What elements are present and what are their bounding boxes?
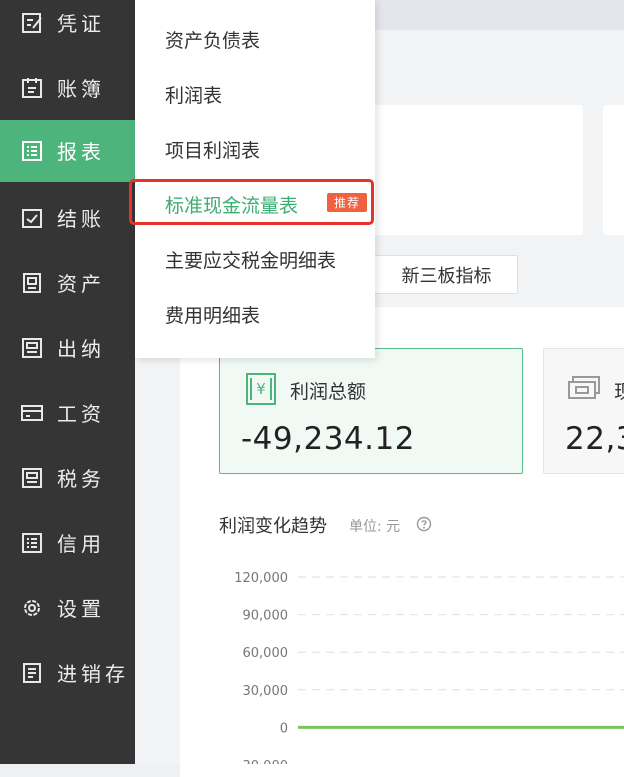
tab-xinsanban-indicators[interactable]: 新三板指标 [355, 255, 518, 294]
sidebar-item-label: 账簿 [57, 76, 105, 101]
highlight-box [129, 179, 374, 225]
sidebar-item-label: 资产 [57, 271, 105, 296]
sidebar-item-label: 税务 [57, 466, 105, 491]
asset-icon [23, 272, 41, 293]
sidebar-item-asset[interactable]: 资产 [0, 250, 135, 315]
menu-item-project-income[interactable]: 项目利润表 [165, 136, 260, 163]
sidebar-item-salary[interactable]: 工资 [0, 380, 135, 445]
sidebar-item-voucher[interactable]: 凭证 [0, 0, 135, 55]
cashier-icon [22, 337, 42, 358]
sidebar-item-tax[interactable]: 税务 [0, 445, 135, 510]
profit-trend-chart: 120,000 90,000 60,000 30,000 0 -30,000 [234, 571, 624, 764]
inventory-icon [23, 662, 41, 683]
menu-item-income-statement[interactable]: 利润表 [165, 81, 222, 108]
menu-item-expense-detail[interactable]: 费用明细表 [165, 301, 260, 328]
sidebar-item-cashier[interactable]: 出纳 [0, 315, 135, 380]
sidebar-item-label: 结账 [57, 206, 105, 231]
summary-card [362, 105, 583, 235]
y-tick-label: 90,000 [243, 609, 289, 624]
chart-unit: 单位: 元 [349, 519, 401, 535]
tax-icon [22, 467, 42, 488]
menu-item-tax-detail[interactable]: 主要应交税金明细表 [165, 246, 336, 273]
chart-title: 利润变化趋势 [219, 516, 327, 537]
cash-icon [568, 376, 600, 399]
y-tick-label: 0 [280, 721, 288, 736]
kpi-card-cash[interactable]: 现 22,3 [543, 348, 624, 474]
y-tick-label: 60,000 [243, 646, 289, 661]
sidebar-item-label: 凭证 [57, 11, 105, 36]
ledger-icon [22, 77, 42, 98]
kpi-value: -49,234.12 [241, 421, 415, 457]
sidebar-item-label: 设置 [57, 596, 105, 621]
sidebar-item-label: 进销存 [57, 661, 129, 686]
kpi-card-profit[interactable]: ¥ 利润总额 -49,234.12 [219, 348, 523, 474]
y-tick-label: -30,000 [238, 759, 288, 764]
kpi-title: 利润总额 [290, 381, 367, 403]
sidebar-item-inventory[interactable]: 进销存 [0, 640, 135, 705]
credit-icon [22, 532, 42, 553]
sidebar-item-report[interactable]: 报表 [0, 120, 135, 182]
summary-card [603, 105, 624, 235]
svg-text:¥: ¥ [256, 380, 266, 398]
sidebar-item-label: 工资 [57, 401, 105, 426]
sidebar-item-credit[interactable]: 信用 [0, 510, 135, 575]
question-circle-icon[interactable] [416, 516, 432, 532]
yen-icon: ¥ [246, 373, 276, 405]
salary-icon [21, 404, 43, 421]
gear-icon [24, 599, 40, 616]
sidebar-item-label: 信用 [57, 531, 105, 556]
voucher-icon [22, 12, 42, 33]
sidebar-item-label: 出纳 [57, 336, 105, 361]
kpi-value: 22,3 [565, 421, 624, 457]
sidebar: 凭证 账簿 报表 结账 资产 出纳 工资 税务 信用 设置 进销存 [0, 0, 135, 764]
y-tick-label: 120,000 [234, 571, 288, 586]
closing-icon [22, 208, 42, 228]
report-icon [22, 141, 42, 161]
sidebar-item-settings[interactable]: 设置 [0, 575, 135, 640]
kpi-title: 现 [614, 381, 624, 403]
sidebar-item-ledger[interactable]: 账簿 [0, 55, 135, 120]
sidebar-item-label: 报表 [57, 139, 105, 164]
y-tick-label: 30,000 [243, 684, 289, 699]
sidebar-item-closing[interactable]: 结账 [0, 185, 135, 250]
menu-item-balance-sheet[interactable]: 资产负债表 [165, 26, 260, 53]
